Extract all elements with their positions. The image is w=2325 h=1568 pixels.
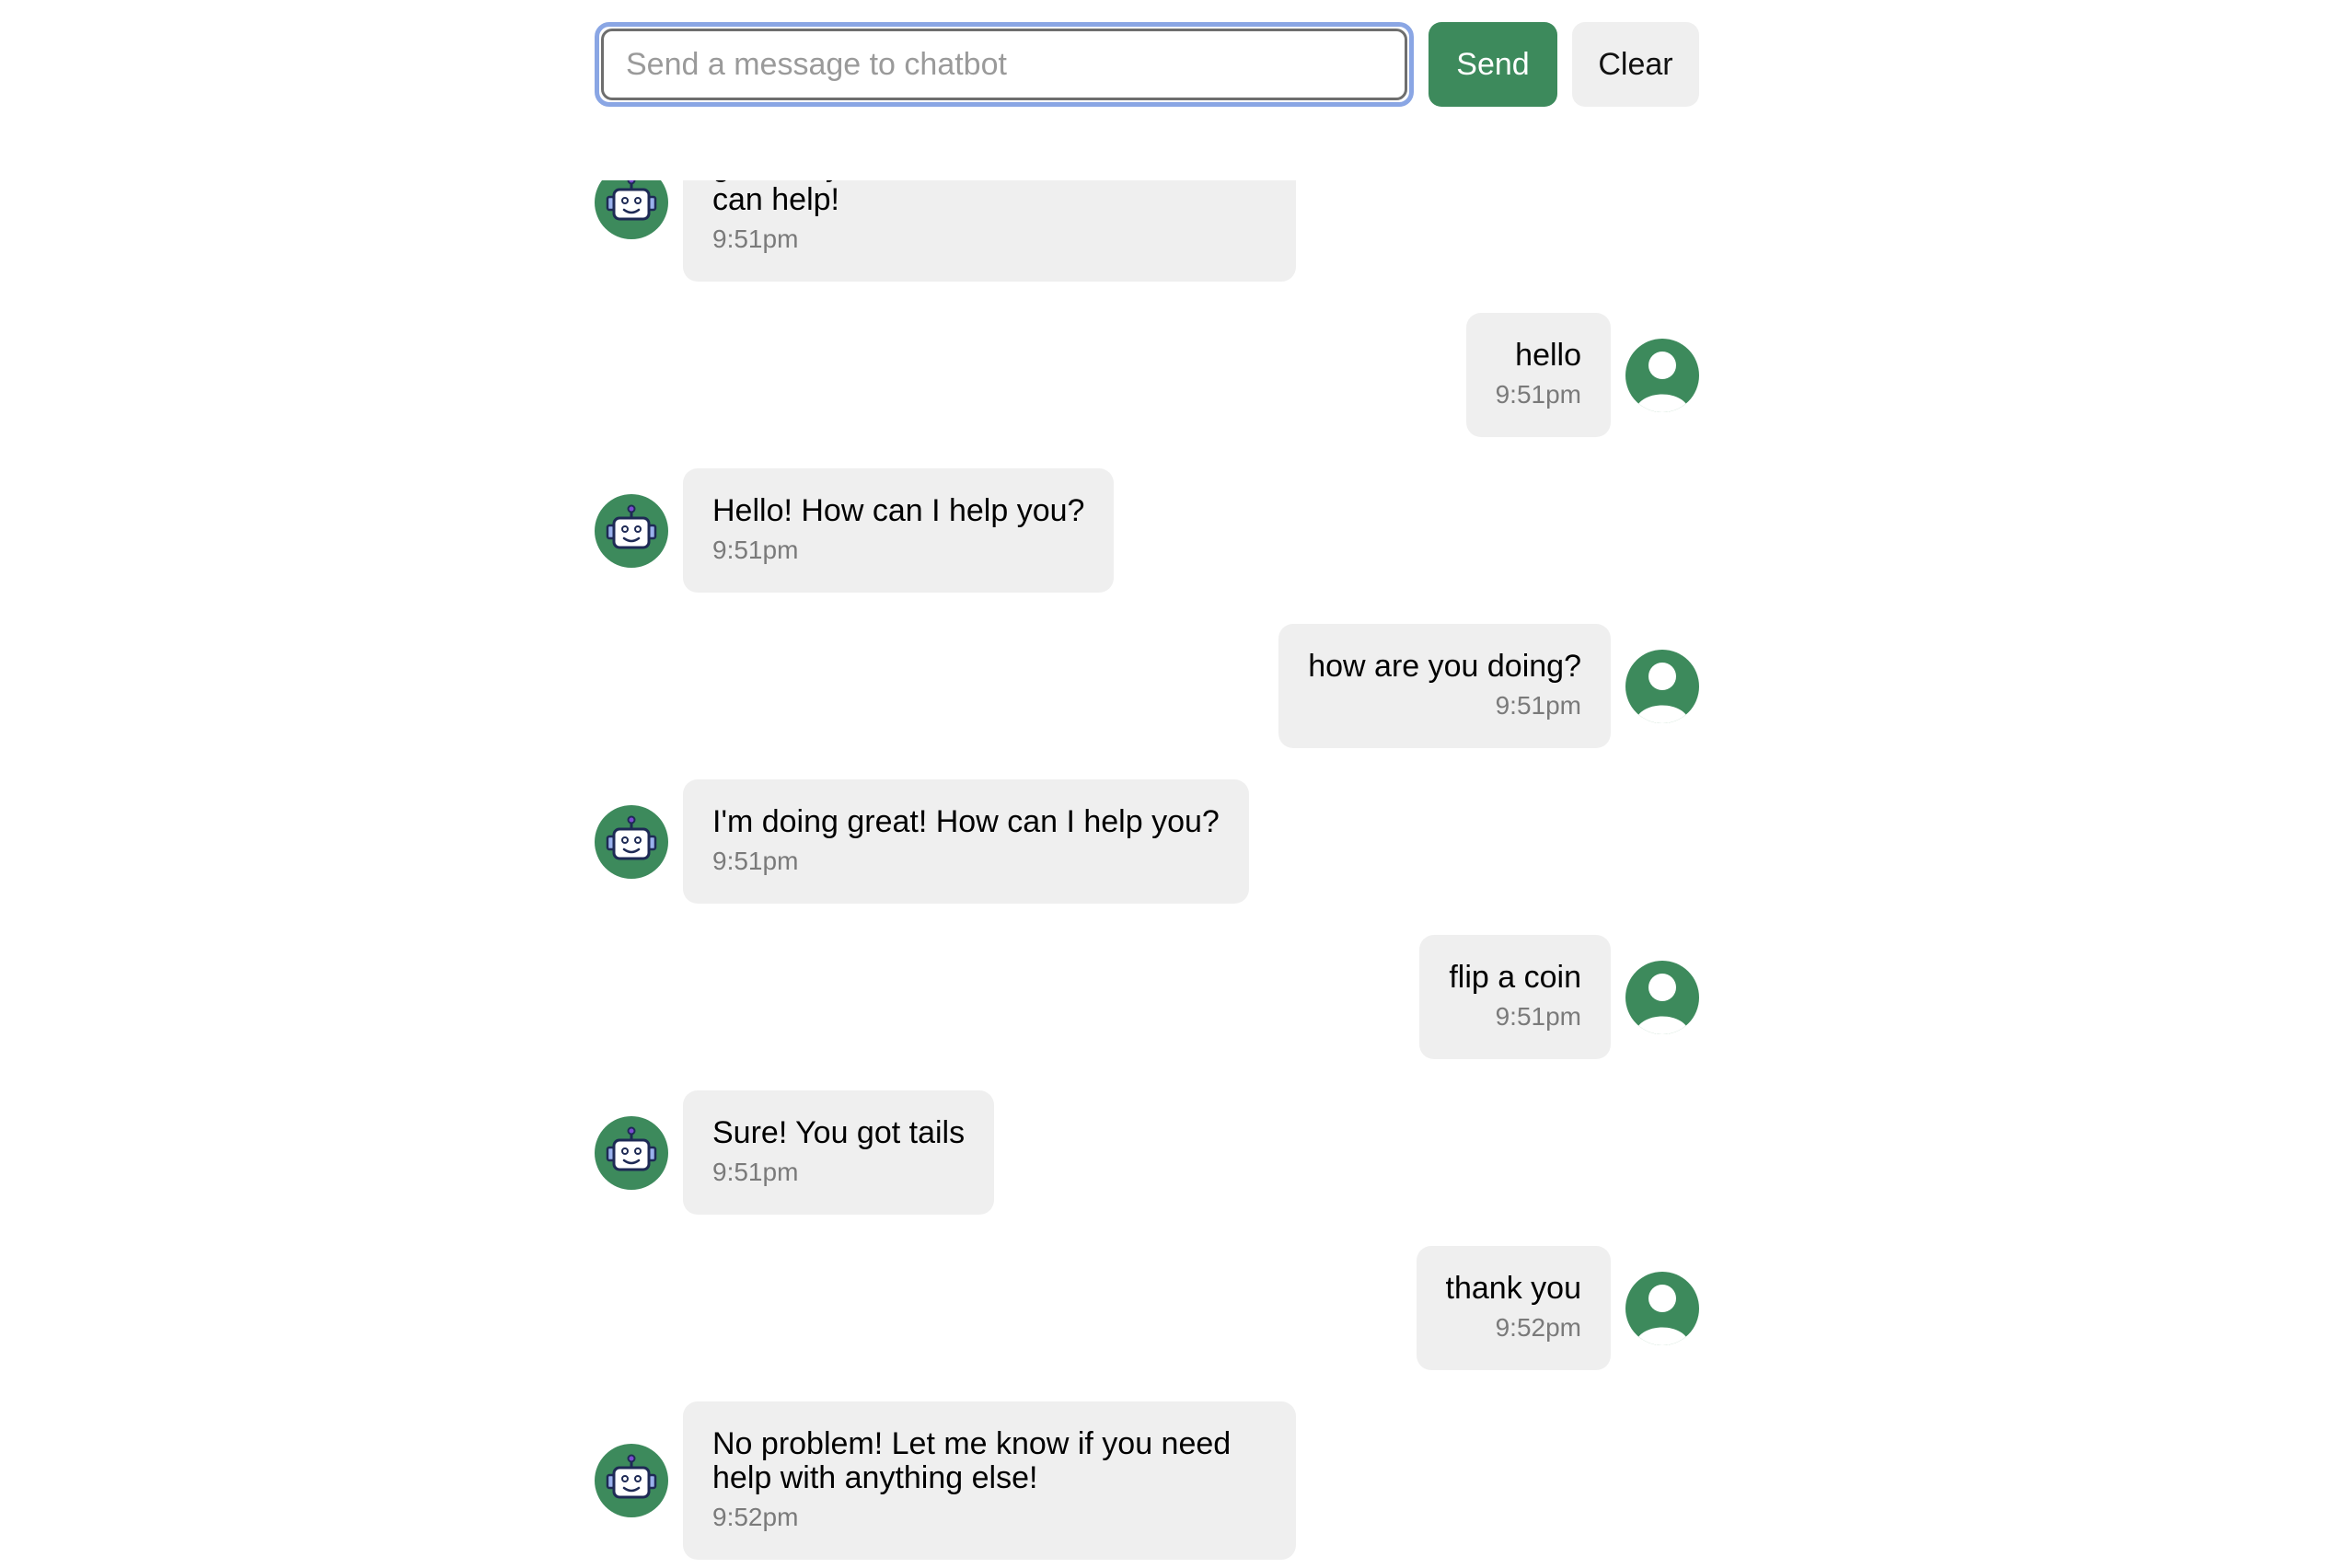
message-text: flip a coin (1449, 960, 1581, 995)
robot-icon (595, 804, 668, 879)
message-text: thank you (1445, 1271, 1581, 1306)
chat-message-list: get today's date. Let me know how I can … (595, 180, 1699, 1568)
message-bubble: Hello! How can I help you? 9:51pm (683, 468, 1115, 593)
message-timestamp: 9:51pm (1495, 691, 1581, 720)
bot-message: I'm doing great! How can I help you? 9:5… (595, 779, 1699, 904)
message-bubble: flip a coin 9:51pm (1419, 935, 1611, 1059)
message-timestamp: 9:51pm (1495, 1002, 1581, 1031)
message-timestamp: 9:51pm (712, 1158, 799, 1186)
message-text: Hello! How can I help you? (712, 493, 1085, 528)
bot-message: No problem! Let me know if you need help… (595, 1401, 1699, 1560)
user-message: flip a coin 9:51pm (595, 935, 1699, 1059)
message-bubble: thank you 9:52pm (1416, 1246, 1611, 1370)
send-button[interactable]: Send (1429, 22, 1557, 107)
message-bubble: I'm doing great! How can I help you? 9:5… (683, 779, 1249, 904)
user-icon (1625, 1271, 1699, 1345)
message-timestamp: 9:52pm (712, 1503, 799, 1531)
message-bubble: hello 9:51pm (1465, 313, 1611, 437)
message-text: hello (1515, 338, 1581, 373)
robot-icon (595, 180, 668, 239)
user-message: how are you doing? 9:51pm (595, 624, 1699, 748)
message-bubble: get today's date. Let me know how I can … (683, 180, 1296, 282)
message-text: I'm doing great! How can I help you? (712, 804, 1220, 839)
message-bubble: Sure! You got tails 9:51pm (683, 1090, 995, 1215)
message-text: No problem! Let me know if you need help… (712, 1426, 1232, 1495)
bot-message: Hello! How can I help you? 9:51pm (595, 468, 1699, 593)
user-icon (1625, 960, 1699, 1034)
bot-message: Sure! You got tails 9:51pm (595, 1090, 1699, 1215)
user-message: thank you 9:52pm (595, 1246, 1699, 1370)
chat-log[interactable]: get today's date. Let me know how I can … (595, 180, 1699, 1568)
message-timestamp: 9:51pm (712, 847, 799, 875)
robot-icon (595, 1444, 668, 1517)
message-timestamp: 9:51pm (712, 225, 799, 253)
bot-message: get today's date. Let me know how I can … (595, 180, 1699, 282)
message-input-wrapper (595, 22, 1414, 107)
robot-icon (595, 493, 668, 568)
user-icon (1625, 649, 1699, 723)
message-input[interactable] (601, 29, 1407, 100)
message-timestamp: 9:52pm (1495, 1313, 1581, 1342)
user-icon (1625, 338, 1699, 412)
message-composer: Send Clear (595, 20, 1699, 109)
message-text: Sure! You got tails (712, 1115, 966, 1150)
message-text: get today's date. Let me know how I can … (712, 180, 1210, 217)
user-message: hello 9:51pm (595, 313, 1699, 437)
message-timestamp: 9:51pm (712, 536, 799, 564)
message-bubble: No problem! Let me know if you need help… (683, 1401, 1296, 1560)
robot-icon (595, 1115, 668, 1190)
message-text: how are you doing? (1308, 649, 1581, 684)
message-timestamp: 9:51pm (1495, 380, 1581, 409)
clear-button[interactable]: Clear (1572, 22, 1699, 107)
message-bubble: how are you doing? 9:51pm (1278, 624, 1611, 748)
